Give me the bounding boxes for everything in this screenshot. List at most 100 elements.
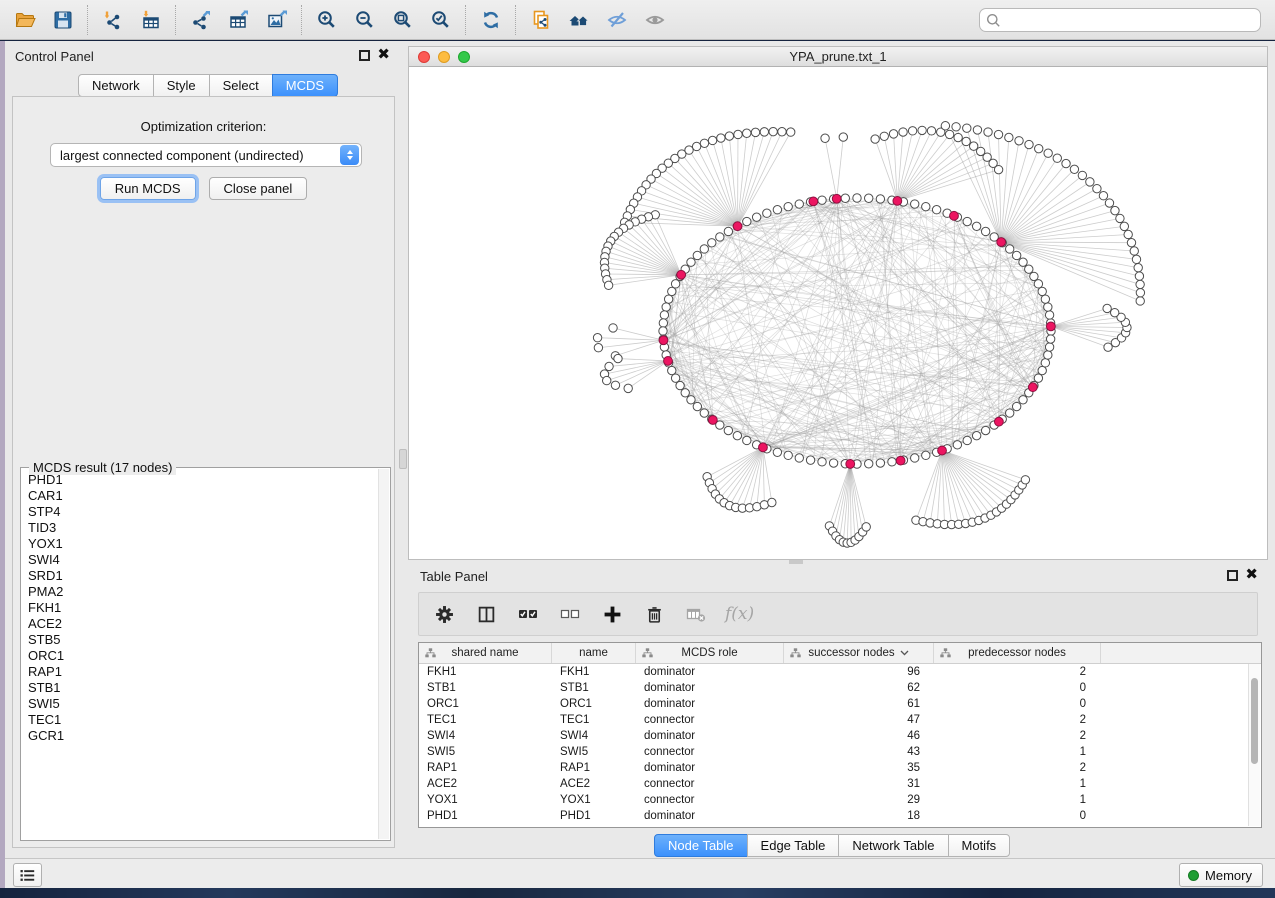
tab-network[interactable]: Network	[78, 74, 154, 97]
mcds-result-item[interactable]: STB1	[21, 680, 379, 696]
tab-select[interactable]: Select	[209, 74, 273, 97]
tab-mcds[interactable]: MCDS	[272, 74, 338, 97]
columns-icon	[477, 605, 496, 624]
table-row[interactable]: TEC1TEC1connector472	[419, 712, 1261, 728]
close-panel-button[interactable]: Close panel	[209, 177, 308, 200]
horizontal-splitter-grip[interactable]	[789, 560, 803, 564]
function-builder-button[interactable]: f(x)	[725, 604, 754, 624]
table-cell: ORC1	[419, 698, 552, 710]
table-settings-button[interactable]	[431, 598, 457, 630]
export-table-button[interactable]	[220, 4, 258, 36]
table-cell: dominator	[636, 682, 784, 694]
mcds-result-item[interactable]: SRD1	[21, 568, 379, 584]
zoom-in-button[interactable]	[308, 4, 346, 36]
export-network-button[interactable]	[182, 4, 220, 36]
table-cell: ORC1	[552, 698, 636, 710]
main-toolbar	[0, 0, 1275, 40]
import-network-button[interactable]	[94, 4, 132, 36]
table-row[interactable]: SWI4SWI4dominator462	[419, 728, 1261, 744]
mcds-result-item[interactable]: RAP1	[21, 664, 379, 680]
vertical-splitter-grip[interactable]	[399, 449, 407, 469]
unselect-all-columns-button[interactable]	[557, 598, 583, 630]
tab-style[interactable]: Style	[153, 74, 210, 97]
mcds-result-item[interactable]: ACE2	[21, 616, 379, 632]
mcds-result-item[interactable]: TID3	[21, 520, 379, 536]
mcds-result-item[interactable]: SWI5	[21, 696, 379, 712]
mcds-result-item[interactable]: SWI4	[21, 552, 379, 568]
mcds-result-item[interactable]: ORC1	[21, 648, 379, 664]
float-panel-icon[interactable]	[359, 50, 370, 61]
mcds-result-item[interactable]: STP4	[21, 504, 379, 520]
table-row[interactable]: FKH1FKH1dominator962	[419, 664, 1261, 680]
table-row[interactable]: SWI5SWI5connector431	[419, 744, 1261, 760]
table-cell: 47	[784, 714, 934, 726]
show-all-button[interactable]	[636, 4, 674, 36]
close-panel-icon[interactable]: ✖	[377, 46, 390, 64]
memory-button[interactable]: Memory	[1179, 863, 1263, 887]
zoom-in-icon	[316, 9, 338, 31]
table-cell: 1	[934, 746, 1101, 758]
zoom-fit-button[interactable]	[384, 4, 422, 36]
column-header-successor-nodes[interactable]: successor nodes	[784, 643, 934, 663]
column-header-MCDS-role[interactable]: MCDS role	[636, 643, 784, 663]
hide-selected-button[interactable]	[598, 4, 636, 36]
mcds-result-item[interactable]: TEC1	[21, 712, 379, 728]
save-session-button[interactable]	[44, 4, 82, 36]
select-all-columns-button[interactable]	[515, 598, 541, 630]
table-panel-title: Table Panel	[420, 569, 488, 584]
table-row[interactable]: STB1STB1dominator620	[419, 680, 1261, 696]
table-cell: STB1	[552, 682, 636, 694]
import-table-button[interactable]	[132, 4, 170, 36]
run-mcds-button[interactable]: Run MCDS	[100, 177, 196, 200]
table-row[interactable]: YOX1YOX1connector291	[419, 792, 1261, 808]
result-scrollbar[interactable]	[378, 469, 389, 839]
refresh-button[interactable]	[472, 4, 510, 36]
zoom-selected-button[interactable]	[422, 4, 460, 36]
mcds-result-item[interactable]: PHD1	[21, 472, 379, 488]
mcds-result-item[interactable]: PMA2	[21, 584, 379, 600]
table-row[interactable]: ACE2ACE2connector311	[419, 776, 1261, 792]
create-column-button[interactable]	[599, 598, 625, 630]
table-cell: 43	[784, 746, 934, 758]
mcds-result-item[interactable]: GCR1	[21, 728, 379, 744]
import-network-icon	[102, 9, 124, 31]
table-row[interactable]: ORC1ORC1dominator610	[419, 696, 1261, 712]
mcds-result-item[interactable]: STB5	[21, 632, 379, 648]
network-graph[interactable]	[409, 67, 1267, 559]
first-neighbors-button[interactable]	[560, 4, 598, 36]
delete-table-button[interactable]	[683, 598, 709, 630]
optimization-criterion-select[interactable]: largest connected component (undirected)	[50, 143, 362, 167]
table-cell: 0	[934, 810, 1101, 822]
refresh-icon	[480, 9, 502, 31]
table-tab-node-table[interactable]: Node Table	[654, 834, 748, 857]
mcds-result-item[interactable]: FKH1	[21, 600, 379, 616]
open-file-button[interactable]	[6, 4, 44, 36]
search-input[interactable]	[979, 8, 1261, 32]
mcds-result-list[interactable]: PHD1CAR1STP4TID3YOX1SWI4SRD1PMA2FKH1ACE2…	[21, 472, 379, 838]
duplicate-network-button[interactable]	[522, 4, 560, 36]
close-table-panel-icon[interactable]: ✖	[1245, 566, 1258, 584]
table-tab-network-table[interactable]: Network Table	[838, 834, 948, 857]
network-window-titlebar[interactable]: YPA_prune.txt_1	[409, 47, 1267, 67]
column-header-name[interactable]: name	[552, 643, 636, 663]
table-cell: YOX1	[419, 794, 552, 806]
table-scrollbar-thumb[interactable]	[1251, 678, 1258, 764]
table-tab-edge-table[interactable]: Edge Table	[747, 834, 840, 857]
column-header-predecessor-nodes[interactable]: predecessor nodes	[934, 643, 1101, 663]
table-tab-motifs[interactable]: Motifs	[948, 834, 1011, 857]
mcds-result-item[interactable]: CAR1	[21, 488, 379, 504]
desktop-edge-bottom	[0, 888, 1275, 898]
zoom-out-button[interactable]	[346, 4, 384, 36]
mcds-tab-content: Optimization criterion: largest connecte…	[12, 96, 395, 848]
export-image-button[interactable]	[258, 4, 296, 36]
column-header-shared-name[interactable]: shared name	[419, 643, 552, 663]
table-row[interactable]: RAP1RAP1dominator352	[419, 760, 1261, 776]
select-stepper-icon	[340, 145, 359, 165]
delete-column-button[interactable]	[641, 598, 667, 630]
task-history-button[interactable]	[13, 863, 42, 887]
mcds-result-item[interactable]: YOX1	[21, 536, 379, 552]
table-row[interactable]: PHD1PHD1dominator180	[419, 808, 1261, 824]
table-scrollbar[interactable]	[1248, 664, 1260, 826]
show-column-panel-button[interactable]	[473, 598, 499, 630]
float-table-panel-icon[interactable]	[1227, 570, 1238, 581]
